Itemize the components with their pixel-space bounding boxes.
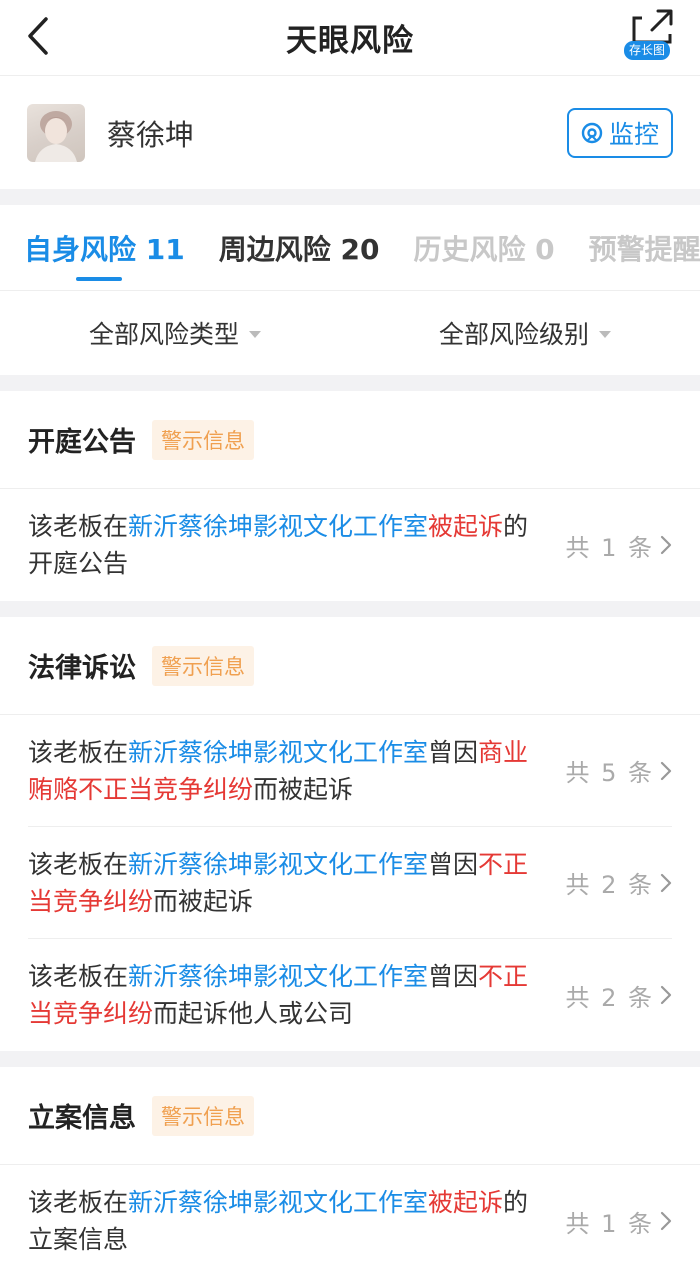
avatar[interactable] [27,103,85,162]
divider [0,1051,700,1067]
section-lawsuits: 法律诉讼 警示信息 该老板在新沂蔡徐坤影视文化工作室曾因商业贿赂不正当竞争纠纷而… [0,617,700,1051]
chevron-right-icon [660,985,672,1005]
section-court-notice: 开庭公告 警示信息 该老板在新沂蔡徐坤影视文化工作室被起诉的开庭公告 共 1 条 [0,391,700,601]
company-link[interactable]: 新沂蔡徐坤影视文化工作室 [128,512,428,541]
avatar-image [35,110,77,162]
risk-row[interactable]: 该老板在新沂蔡徐坤影视文化工作室曾因不正当竞争纠纷而起诉他人或公司 共 2 条 [0,939,700,1051]
section-title: 法律诉讼 [28,653,136,684]
monitor-label: 监控 [608,120,659,149]
share-icon [632,9,673,44]
warning-tag: 警示信息 [152,1095,254,1136]
company-link[interactable]: 新沂蔡徐坤影视文化工作室 [128,850,428,879]
row-count: 共 5 条 [565,759,654,787]
active-tab-indicator [76,277,122,281]
chevron-left-icon [28,17,48,55]
risk-description: 该老板在新沂蔡徐坤影视文化工作室曾因不正当竞争纠纷而被起诉 [28,849,529,916]
row-count: 共 1 条 [565,533,654,562]
divider [0,189,700,205]
risk-description: 该老板在新沂蔡徐坤影视文化工作室被起诉的立案信息 [28,1188,529,1254]
caret-down-icon [249,330,261,338]
warning-tag: 警示信息 [152,645,254,686]
company-link[interactable]: 新沂蔡徐坤影视文化工作室 [128,962,428,991]
risk-description: 该老板在新沂蔡徐坤影视文化工作室曾因不正当竞争纠纷而起诉他人或公司 [28,962,529,1028]
tab-surrounding-risk[interactable]: 周边风险 20 [219,228,380,268]
warning-tag: 警示信息 [152,419,254,460]
tab-history-risk[interactable]: 历史风险 0 [413,228,554,268]
nav-bar: 天眼风险 存长图 [0,0,700,76]
section-case-filing: 立案信息 警示信息 该老板在新沂蔡徐坤影视文化工作室被起诉的立案信息 共 1 条 [0,1067,700,1270]
save-long-image-button[interactable]: 存长图 [620,6,682,62]
monitor-icon [581,122,603,144]
tab-self-risk[interactable]: 自身风险 11 [24,228,185,268]
monitor-button[interactable]: 监控 [567,108,673,158]
risk-description: 该老板在新沂蔡徐坤影视文化工作室被起诉的开庭公告 [28,512,529,578]
filter-bar: 全部风险类型 全部风险级别 [0,291,700,375]
section-title: 开庭公告 [28,427,136,458]
risk-level-dropdown[interactable]: 全部风险级别 [350,315,700,351]
company-link[interactable]: 新沂蔡徐坤影视文化工作室 [128,1188,428,1217]
risk-row[interactable]: 该老板在新沂蔡徐坤影视文化工作室被起诉的开庭公告 共 1 条 [0,489,700,601]
tab-warning-reminder[interactable]: 预警提醒 [589,228,700,268]
share-badge: 存长图 [624,41,671,60]
boss-name: 蔡徐坤 [107,117,195,152]
back-button[interactable] [20,14,56,58]
company-link[interactable]: 新沂蔡徐坤影视文化工作室 [128,738,428,767]
divider [0,601,700,617]
risk-type-label: 全部风险类型 [88,320,239,349]
risk-level-label: 全部风险级别 [438,320,589,349]
risk-tabs: 自身风险 11 周边风险 20 历史风险 0 预警提醒 [0,205,700,291]
risk-row[interactable]: 该老板在新沂蔡徐坤影视文化工作室被起诉的立案信息 共 1 条 [0,1165,700,1270]
risk-description: 该老板在新沂蔡徐坤影视文化工作室曾因商业贿赂不正当竞争纠纷而被起诉 [28,737,529,804]
row-count: 共 1 条 [565,1209,654,1238]
row-count: 共 2 条 [565,983,654,1012]
chevron-right-icon [660,535,672,555]
boss-bar: 蔡徐坤 监控 [0,76,700,189]
row-count: 共 2 条 [565,871,654,899]
risk-type-dropdown[interactable]: 全部风险类型 [0,315,350,351]
risk-row[interactable]: 该老板在新沂蔡徐坤影视文化工作室曾因商业贿赂不正当竞争纠纷而被起诉 共 5 条 [0,715,700,827]
risk-row[interactable]: 该老板在新沂蔡徐坤影视文化工作室曾因不正当竞争纠纷而被起诉 共 2 条 [0,827,700,939]
divider [0,375,700,391]
chevron-right-icon [660,1211,672,1231]
caret-down-icon [599,330,611,338]
section-title: 立案信息 [28,1103,136,1134]
chevron-right-icon [660,873,672,893]
chevron-right-icon [660,761,672,781]
page-title: 天眼风险 [286,23,414,59]
